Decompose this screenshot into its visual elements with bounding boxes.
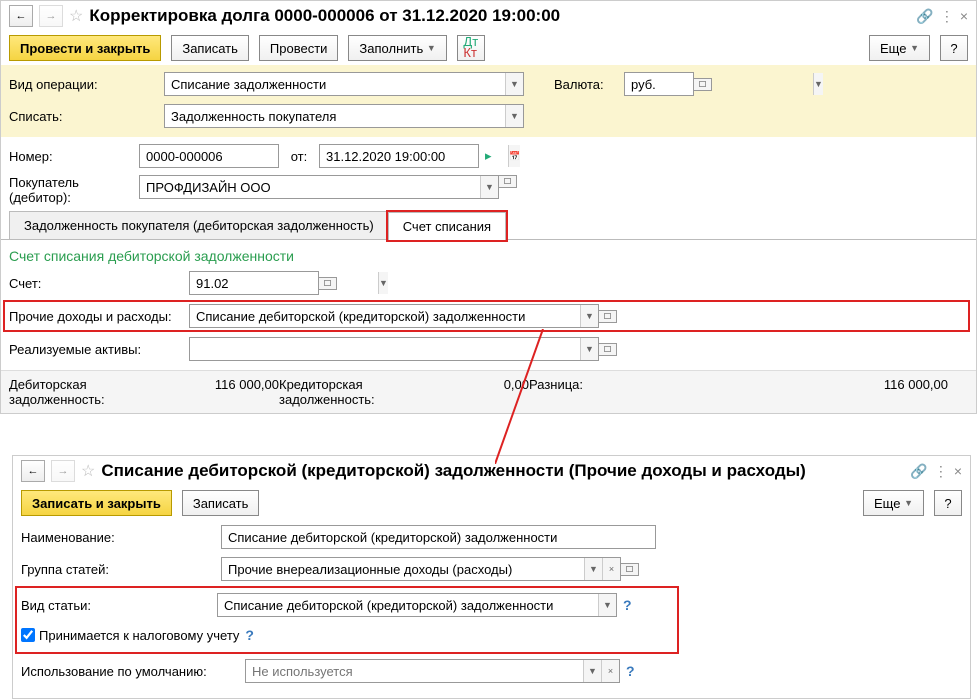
dropdown-icon[interactable]: ▼ xyxy=(598,594,616,616)
currency-select[interactable]: ▼ xyxy=(624,72,694,96)
back-button[interactable]: ← xyxy=(9,5,33,27)
dropdown-icon[interactable]: ▼ xyxy=(378,272,388,294)
section-title: Счет списания дебиторской задолженности xyxy=(9,248,968,264)
currency-input[interactable] xyxy=(625,73,813,95)
group-label: Группа статей: xyxy=(21,562,221,577)
open-icon[interactable]: □ xyxy=(499,175,517,188)
more-button[interactable]: Еще ▼ xyxy=(863,490,924,516)
assets-label: Реализуемые активы: xyxy=(9,342,189,357)
date-input[interactable] xyxy=(320,145,508,167)
other-income-select[interactable]: ▼ xyxy=(189,304,599,328)
dropdown-icon[interactable]: ▼ xyxy=(480,176,498,198)
kind-label: Вид статьи: xyxy=(21,598,217,613)
kind-select[interactable]: ▼ xyxy=(217,593,617,617)
tax-checkbox-input[interactable] xyxy=(21,628,35,642)
open-icon[interactable]: □ xyxy=(694,78,712,91)
name-field[interactable] xyxy=(221,525,656,549)
other-income-label: Прочие доходы и расходы: xyxy=(9,309,189,324)
open-icon[interactable]: □ xyxy=(621,563,639,576)
name-input[interactable] xyxy=(222,526,655,548)
op-type-select[interactable]: ▼ xyxy=(164,72,524,96)
diff-total-label: Разница: xyxy=(529,377,583,392)
help-tax-icon[interactable]: ? xyxy=(245,627,254,643)
account-select[interactable]: ▼ xyxy=(189,271,319,295)
assets-input[interactable] xyxy=(190,338,580,360)
save-and-close-button[interactable]: Записать и закрыть xyxy=(21,490,172,516)
open-icon[interactable]: □ xyxy=(599,343,617,356)
help-button[interactable]: ? xyxy=(934,490,962,516)
favorite-star-icon[interactable]: ☆ xyxy=(69,6,83,26)
tab-debt[interactable]: Задолженность покупателя (дебиторская за… xyxy=(9,211,389,239)
dropdown-icon[interactable]: ▼ xyxy=(584,558,602,580)
writeoff-input[interactable] xyxy=(165,105,505,127)
dropdown-icon[interactable]: ▼ xyxy=(505,73,523,95)
help-kind-icon[interactable]: ? xyxy=(623,597,632,613)
dropdown-icon[interactable]: ▼ xyxy=(505,105,523,127)
link-icon[interactable]: 🔗 xyxy=(910,463,927,480)
help-default-icon[interactable]: ? xyxy=(626,663,635,679)
other-income-input[interactable] xyxy=(190,305,580,327)
writeoff-select[interactable]: ▼ xyxy=(164,104,524,128)
clear-icon[interactable]: × xyxy=(601,660,619,682)
clear-icon[interactable]: × xyxy=(602,558,620,580)
buyer-label: Покупатель (дебитор): xyxy=(9,175,139,205)
writeoff-label: Списать: xyxy=(9,109,164,124)
default-select[interactable]: ▼ × xyxy=(245,659,620,683)
assets-select[interactable]: ▼ xyxy=(189,337,599,361)
window-title: Корректировка долга 0000-000006 от 31.12… xyxy=(89,6,910,26)
diff-total-value: 116 000,00 xyxy=(631,377,948,392)
op-type-input[interactable] xyxy=(165,73,505,95)
favorite-star-icon[interactable]: ☆ xyxy=(81,461,95,481)
date-field[interactable]: 📅 xyxy=(319,144,479,168)
op-type-label: Вид операции: xyxy=(9,77,164,92)
debit-total-label: Дебиторская задолженность: xyxy=(9,377,129,407)
dropdown-icon[interactable]: ▼ xyxy=(580,305,598,327)
help-button[interactable]: ? xyxy=(940,35,968,61)
save-button[interactable]: Записать xyxy=(182,490,260,516)
account-input[interactable] xyxy=(190,272,378,294)
menu-icon[interactable]: ⋮ xyxy=(940,8,954,25)
menu-icon[interactable]: ⋮ xyxy=(934,463,948,480)
number-label: Номер: xyxy=(9,149,139,164)
default-label: Использование по умолчанию: xyxy=(21,664,245,679)
post-button[interactable]: Провести xyxy=(259,35,339,61)
post-and-close-button[interactable]: Провести и закрыть xyxy=(9,35,161,61)
forward-button[interactable]: → xyxy=(39,5,63,27)
open-icon[interactable]: □ xyxy=(319,277,337,290)
close-icon[interactable]: × xyxy=(954,463,962,479)
save-button[interactable]: Записать xyxy=(171,35,249,61)
tab-writeoff-account[interactable]: Счет списания xyxy=(388,212,506,240)
buyer-select[interactable]: ▼ xyxy=(139,175,499,199)
account-label: Счет: xyxy=(9,276,189,291)
dropdown-icon[interactable]: ▼ xyxy=(583,660,601,682)
fill-button[interactable]: Заполнить ▼ xyxy=(348,35,446,61)
dropdown-icon[interactable]: ▼ xyxy=(580,338,598,360)
tax-checkbox-label: Принимается к налоговому учету xyxy=(39,628,239,643)
kind-input[interactable] xyxy=(218,594,598,616)
dtkt-button[interactable]: ДтКт xyxy=(457,35,485,61)
back-button[interactable]: ← xyxy=(21,460,45,482)
buyer-input[interactable] xyxy=(140,176,480,198)
from-label: от: xyxy=(279,149,319,164)
default-input[interactable] xyxy=(246,660,583,682)
forward-button[interactable]: → xyxy=(51,460,75,482)
open-icon[interactable]: □ xyxy=(599,310,617,323)
link-icon[interactable]: 🔗 xyxy=(916,8,933,25)
calendar-icon[interactable]: 📅 xyxy=(508,145,520,167)
close-icon[interactable]: × xyxy=(960,8,968,24)
dropdown-icon[interactable]: ▼ xyxy=(813,73,823,95)
currency-label: Валюта: xyxy=(554,77,624,92)
debit-total-value: 116 000,00 xyxy=(177,377,279,392)
tax-checkbox[interactable]: Принимается к налоговому учету xyxy=(21,628,239,643)
number-field[interactable] xyxy=(139,144,279,168)
group-input[interactable] xyxy=(222,558,584,580)
more-button[interactable]: Еще ▼ xyxy=(869,35,930,61)
window-title: Списание дебиторской (кредиторской) задо… xyxy=(101,461,904,481)
group-select[interactable]: ▼ × xyxy=(221,557,621,581)
credit-total-value: 0,00 xyxy=(447,377,529,392)
name-label: Наименование: xyxy=(21,530,221,545)
posted-icon: ▸ xyxy=(485,148,492,164)
credit-total-label: Кредиторская задолженность: xyxy=(279,377,399,407)
